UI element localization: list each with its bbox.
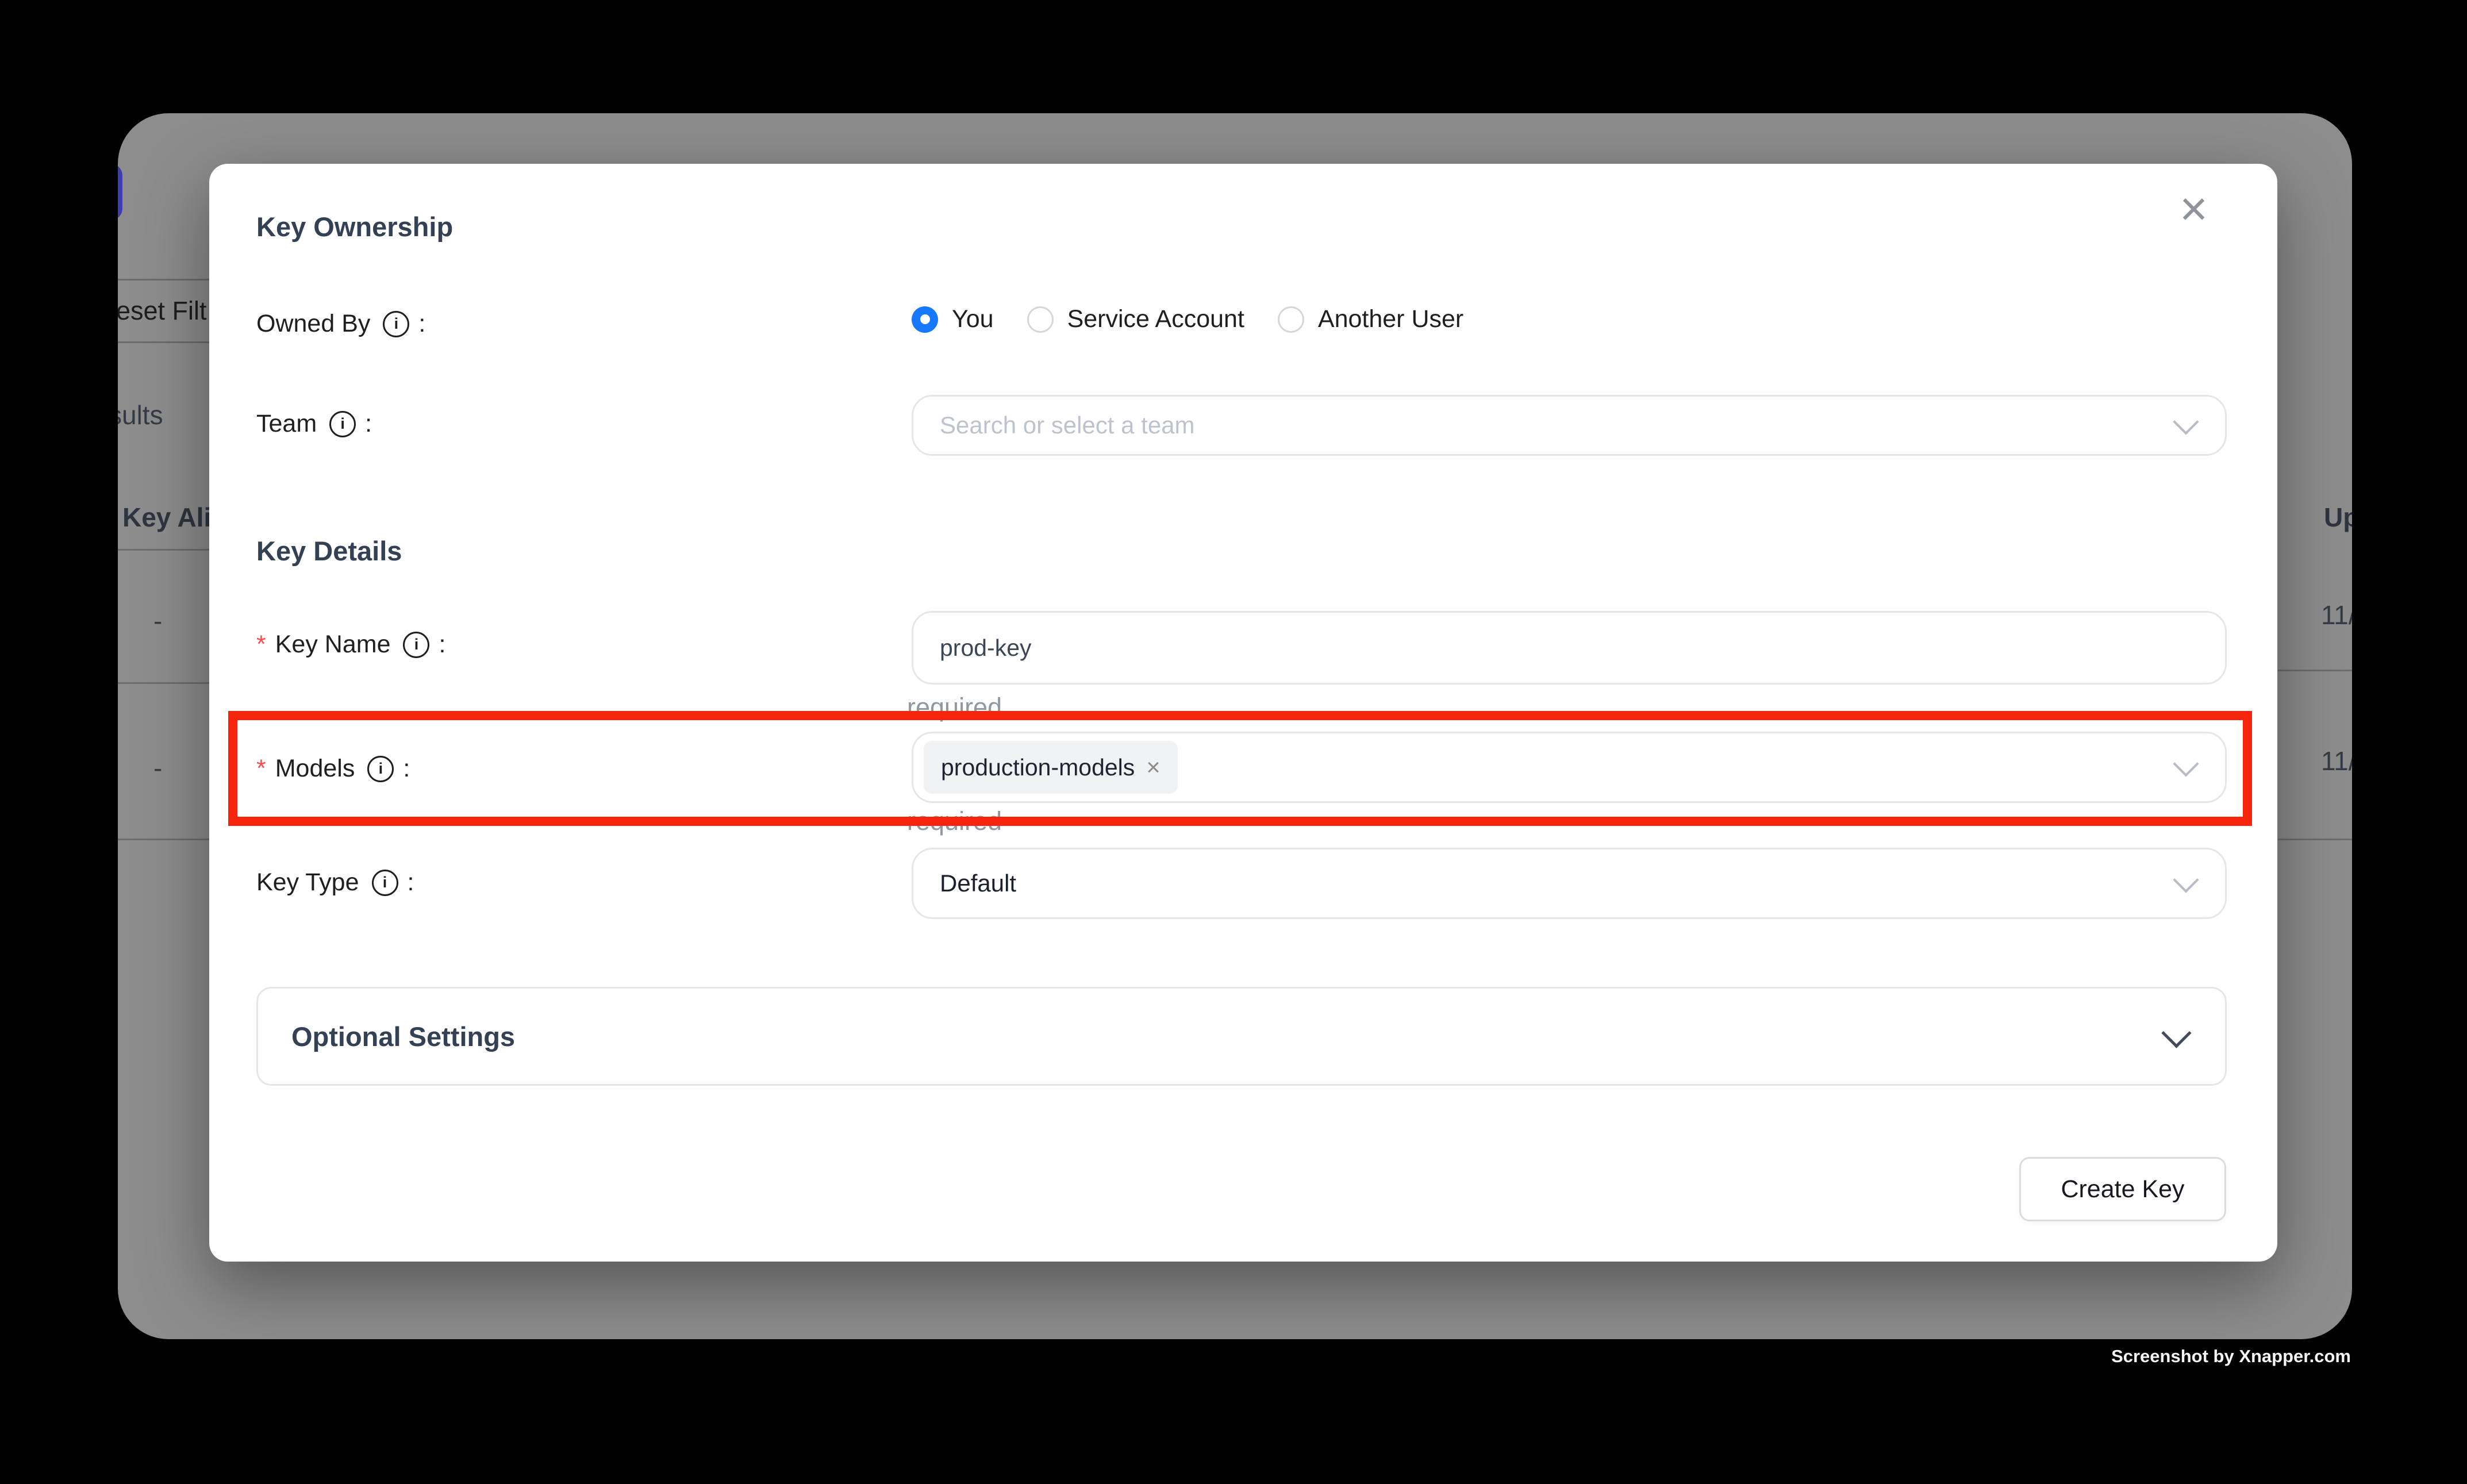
team-select-placeholder: Search or select a team <box>940 412 1195 439</box>
radio-option-another-user[interactable]: Another User <box>1278 305 1463 333</box>
radio-option-you[interactable]: You <box>912 305 994 333</box>
radio-option-service-account[interactable]: Service Account <box>1027 305 1244 333</box>
results-count-fragment: sults <box>118 399 163 430</box>
team-label: Team i : <box>256 410 372 438</box>
chevron-down-icon <box>2173 867 2199 893</box>
key-name-label: * Key Name i : <box>256 630 445 659</box>
optional-settings-toggle[interactable]: Optional Settings <box>256 987 2227 1086</box>
create-key-button-edge <box>118 164 122 220</box>
radio-unselected-icon[interactable] <box>1027 306 1054 333</box>
create-key-button[interactable]: Create Key <box>2019 1157 2226 1221</box>
required-asterisk: * <box>256 630 266 659</box>
table-row-updated: 11/ <box>2321 745 2352 776</box>
key-type-label: Key Type i : <box>256 868 414 897</box>
annotation-highlight-box <box>228 711 2252 826</box>
table-divider <box>2278 839 2352 840</box>
radio-unselected-icon[interactable] <box>1278 306 1304 333</box>
reset-filters-label: eset Filt <box>118 296 207 326</box>
key-type-select[interactable]: Default <box>912 848 2227 919</box>
screenshot-canvas: eset Filt sults Key Alia - - Up 11/ 11/ … <box>0 0 2467 1484</box>
info-icon[interactable]: i <box>403 632 429 658</box>
info-icon[interactable]: i <box>383 311 409 337</box>
key-type-value: Default <box>940 870 1016 897</box>
table-row-updated: 11/ <box>2321 599 2352 630</box>
info-icon[interactable]: i <box>372 870 398 896</box>
info-icon[interactable]: i <box>329 411 356 437</box>
key-name-value: prod-key <box>940 635 1032 662</box>
key-ownership-heading: Key Ownership <box>256 211 453 243</box>
updated-column-header: Up <box>2324 502 2352 533</box>
chevron-down-icon <box>2173 409 2199 435</box>
table-row-key-alias: - <box>153 752 162 783</box>
key-name-input[interactable]: prod-key <box>912 611 2227 685</box>
radio-selected-icon[interactable] <box>912 306 938 333</box>
table-divider <box>2278 670 2352 671</box>
team-select[interactable]: Search or select a team <box>912 395 2227 456</box>
chevron-down-icon <box>2161 1018 2191 1048</box>
optional-settings-title: Optional Settings <box>291 1021 515 1052</box>
key-details-heading: Key Details <box>256 535 402 567</box>
close-icon[interactable]: × <box>2180 184 2208 233</box>
table-row-key-alias: - <box>153 605 162 636</box>
owned-by-label: Owned By i : <box>256 310 425 338</box>
owned-by-radio-group: You Service Account Another User <box>912 305 1463 333</box>
watermark-text: Screenshot by Xnapper.com <box>2111 1346 2351 1367</box>
